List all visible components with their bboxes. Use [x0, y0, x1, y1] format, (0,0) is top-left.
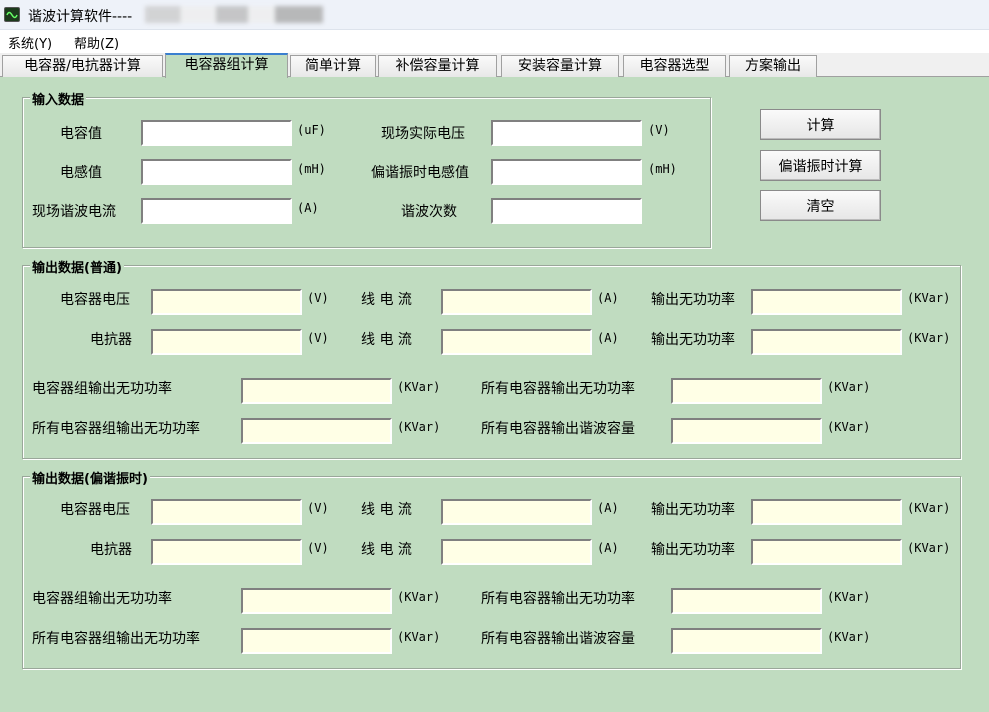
output-field[interactable] [241, 378, 392, 404]
field-label: 电容器电压 [60, 502, 130, 518]
unit-label: (KVar) [907, 331, 951, 345]
input-field[interactable] [491, 159, 642, 185]
unit-label: (KVar) [397, 380, 441, 394]
output-field[interactable] [151, 329, 302, 355]
menu-system[interactable]: 系统(Y) [8, 33, 52, 52]
tab-5[interactable]: 电容器选型 [623, 55, 726, 77]
output-field[interactable] [441, 539, 592, 565]
tab-2[interactable]: 简单计算 [290, 55, 376, 77]
menu-help[interactable]: 帮助(Z) [74, 33, 119, 52]
output-field[interactable] [751, 289, 902, 315]
output-field[interactable] [441, 329, 592, 355]
unit-label: (KVar) [907, 501, 951, 515]
field-label: 所有电容器输出无功功率 [481, 381, 635, 397]
unit-label: (A) [597, 291, 619, 305]
field-label: 所有电容器输出谐波容量 [481, 421, 635, 437]
unit-label: (KVar) [827, 590, 871, 604]
app-wave-icon [4, 7, 20, 22]
tab-4[interactable]: 安装容量计算 [501, 55, 619, 77]
input-data-legend: 输入数据 [30, 89, 87, 108]
unit-label: (A) [597, 501, 619, 515]
offresonance-calculate-button[interactable]: 偏谐振时计算 [760, 150, 881, 181]
field-label: 现场实际电压 [381, 126, 465, 142]
output-field[interactable] [241, 418, 392, 444]
unit-label: (V) [307, 501, 329, 515]
unit-label: (KVar) [827, 380, 871, 394]
unit-label: (A) [597, 541, 619, 555]
unit-label: (KVar) [397, 420, 441, 434]
field-label: 电感值 [60, 165, 102, 181]
input-field[interactable] [141, 120, 292, 146]
field-label: 电容器组输出无功功率 [32, 591, 172, 607]
unit-label: (V) [307, 291, 329, 305]
field-label: 偏谐振时电感值 [371, 165, 469, 181]
unit-label: (mH) [648, 162, 677, 176]
output-field[interactable] [241, 588, 392, 614]
unit-label: (A) [297, 201, 319, 215]
tab-0[interactable]: 电容器/电抗器计算 [2, 55, 163, 77]
field-label: 线 电 流 [361, 332, 412, 348]
output-field[interactable] [151, 289, 302, 315]
field-label: 输出无功功率 [651, 332, 735, 348]
field-label: 所有电容器输出谐波容量 [481, 631, 635, 647]
field-label: 线 电 流 [361, 502, 412, 518]
unit-label: (V) [307, 541, 329, 555]
unit-label: (KVar) [397, 590, 441, 604]
window-title: 谐波计算软件---- [28, 9, 133, 25]
unit-label: (A) [597, 331, 619, 345]
unit-label: (uF) [297, 123, 326, 137]
unit-label: (KVar) [397, 630, 441, 644]
output-field[interactable] [751, 499, 902, 525]
tab-6[interactable]: 方案输出 [729, 55, 817, 77]
tab-3[interactable]: 补偿容量计算 [378, 55, 497, 77]
clear-button[interactable]: 清空 [760, 190, 881, 221]
field-label: 电容器电压 [60, 292, 130, 308]
output-field[interactable] [751, 329, 902, 355]
unit-label: (mH) [297, 162, 326, 176]
output-field[interactable] [151, 499, 302, 525]
input-field[interactable] [141, 198, 292, 224]
unit-label: (KVar) [827, 630, 871, 644]
field-label: 线 电 流 [361, 542, 412, 558]
output-field[interactable] [151, 539, 302, 565]
field-label: 输出无功功率 [651, 502, 735, 518]
output-data-legend: 输出数据(偏谐振时) [30, 468, 150, 487]
unit-label: (V) [648, 123, 670, 137]
unit-label: (V) [307, 331, 329, 345]
field-label: 电容器组输出无功功率 [32, 381, 172, 397]
field-label: 现场谐波电流 [32, 204, 116, 220]
field-label: 输出无功功率 [651, 292, 735, 308]
field-label: 输出无功功率 [651, 542, 735, 558]
output-field[interactable] [441, 289, 592, 315]
output-field[interactable] [241, 628, 392, 654]
field-label: 电容值 [60, 126, 102, 142]
menu-bar [0, 30, 989, 53]
field-label: 电抗器 [90, 542, 132, 558]
unit-label: (KVar) [907, 541, 951, 555]
output-data-legend: 输出数据(普通) [30, 257, 124, 276]
output-field[interactable] [441, 499, 592, 525]
input-field[interactable] [491, 198, 642, 224]
field-label: 所有电容器组输出无功功率 [32, 631, 200, 647]
output-field[interactable] [671, 418, 822, 444]
input-field[interactable] [141, 159, 292, 185]
unit-label: (KVar) [827, 420, 871, 434]
calculate-button[interactable]: 计算 [760, 109, 881, 140]
output-field[interactable] [751, 539, 902, 565]
field-label: 线 电 流 [361, 292, 412, 308]
field-label: 所有电容器组输出无功功率 [32, 421, 200, 437]
field-label: 电抗器 [90, 332, 132, 348]
field-label: 所有电容器输出无功功率 [481, 591, 635, 607]
redacted-title-part [145, 6, 323, 23]
tab-1[interactable]: 电容器组计算 [165, 53, 288, 78]
output-field[interactable] [671, 628, 822, 654]
unit-label: (KVar) [907, 291, 951, 305]
input-field[interactable] [491, 120, 642, 146]
output-field[interactable] [671, 588, 822, 614]
field-label: 谐波次数 [401, 204, 457, 220]
output-field[interactable] [671, 378, 822, 404]
